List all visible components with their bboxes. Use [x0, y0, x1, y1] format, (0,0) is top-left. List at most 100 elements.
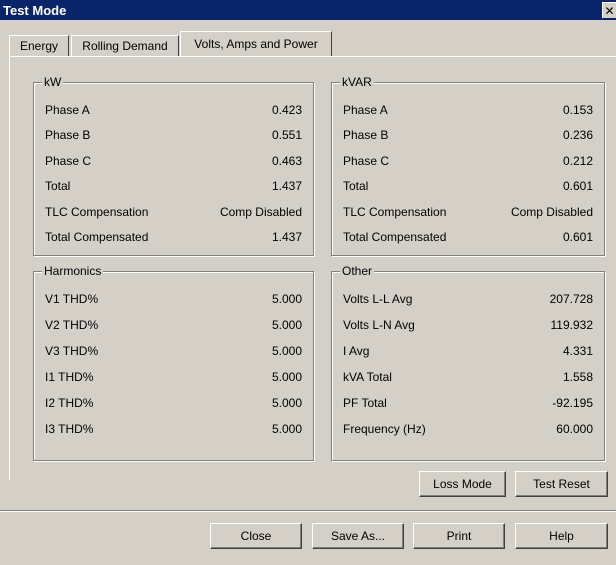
row-value: 5.000: [271, 344, 302, 358]
close-button[interactable]: Close: [210, 523, 302, 549]
kvar-group: kVAR Phase A 0.153 Phase B 0.236 Phase C 0.…: [331, 75, 605, 256]
print-label: Print: [446, 529, 472, 543]
harmonics-row-i3: I3 THD% 5.000: [45, 421, 302, 437]
row-label: I Avg: [343, 344, 370, 358]
kvar-row-phase-c: Phase C 0.212: [343, 153, 593, 169]
row-value: 119.932: [550, 318, 594, 332]
row-value: 4.331: [562, 344, 593, 358]
kvar-row-phase-a: Phase A 0.153: [343, 102, 593, 118]
kw-group: kW Phase A 0.423 Phase B 0.551 Phase C 0.46…: [33, 75, 314, 256]
tab-energy[interactable]: Energy: [9, 35, 69, 56]
kw-row-phase-c: Phase C 0.463: [45, 153, 302, 169]
kw-row-total-compensated: Total Compensated 1.437: [45, 229, 302, 245]
row-label: V2 THD%: [45, 318, 99, 332]
row-value: 60.000: [556, 422, 593, 436]
print-button[interactable]: Print: [413, 523, 505, 549]
row-value: 0.601: [562, 179, 593, 193]
row-label: I1 THD%: [45, 370, 94, 384]
test-reset-label: Test Reset: [533, 477, 590, 491]
row-label: Phase C: [45, 154, 92, 168]
other-row-pf-total: PF Total -92.195: [343, 395, 593, 411]
row-value: 0.153: [562, 103, 593, 117]
other-row-kva-total: kVA Total 1.558: [343, 369, 593, 385]
row-label: I3 THD%: [45, 422, 94, 436]
kvar-row-total-compensated: Total Compensated 0.601: [343, 229, 593, 245]
help-button[interactable]: Help: [515, 523, 608, 549]
loss-mode-label: Loss Mode: [433, 477, 492, 491]
kw-group-title: kW: [42, 75, 64, 89]
kw-row-phase-a: Phase A 0.423: [45, 102, 302, 118]
row-label: Phase B: [45, 128, 91, 142]
row-value: 0.423: [271, 103, 302, 117]
kvar-row-tlc-compensation: TLC Compensation Comp Disabled: [343, 204, 593, 220]
row-label: Volts L-L Avg: [343, 292, 413, 306]
tab-volts-amps-power[interactable]: Volts, Amps and Power: [180, 31, 332, 56]
kvar-group-title: kVAR: [340, 75, 374, 89]
row-label: Phase B: [343, 128, 389, 142]
test-reset-button[interactable]: Test Reset: [515, 471, 608, 497]
row-value: 5.000: [271, 292, 302, 306]
title-bar: Test Mode ✕: [0, 0, 616, 20]
other-row-volts-ll-avg: Volts L-L Avg 207.728: [343, 291, 593, 307]
help-label: Help: [549, 529, 574, 543]
row-value: 0.236: [562, 128, 593, 142]
footer-separator: [0, 510, 616, 512]
row-label: Total: [45, 179, 71, 193]
other-row-i-avg: I Avg 4.331: [343, 343, 593, 359]
harmonics-row-v2: V2 THD% 5.000: [45, 317, 302, 333]
row-value: 5.000: [271, 318, 302, 332]
row-label: Total: [343, 179, 369, 193]
kvar-row-total: Total 0.601: [343, 178, 593, 194]
row-label: Frequency (Hz): [343, 422, 426, 436]
harmonics-row-i2: I2 THD% 5.000: [45, 395, 302, 411]
row-label: Phase A: [45, 103, 90, 117]
other-group: Other Volts L-L Avg 207.728 Volts L-N Avg…: [331, 264, 605, 461]
loss-mode-button[interactable]: Loss Mode: [419, 471, 506, 497]
window-title: Test Mode: [3, 2, 67, 18]
tab-rolling-demand[interactable]: Rolling Demand: [71, 35, 179, 56]
row-value: 0.601: [562, 230, 593, 244]
row-label: kVA Total: [343, 370, 392, 384]
row-value: 0.551: [271, 128, 302, 142]
row-label: Phase C: [343, 154, 390, 168]
row-label: Total Compensated: [45, 230, 149, 244]
row-value: -92.195: [552, 396, 593, 410]
kw-row-tlc-compensation: TLC Compensation Comp Disabled: [45, 204, 302, 220]
harmonics-row-v3: V3 THD% 5.000: [45, 343, 302, 359]
other-row-volts-ln-avg: Volts L-N Avg 119.932: [343, 317, 593, 333]
row-label: PF Total: [343, 396, 387, 410]
tab-rolling-demand-label: Rolling Demand: [82, 39, 168, 53]
close-icon: ✕: [604, 3, 615, 18]
harmonics-group-title: Harmonics: [42, 264, 104, 278]
harmonics-group: Harmonics V1 THD% 5.000 V2 THD% 5.000 V3 T…: [33, 264, 314, 461]
row-value: Comp Disabled: [510, 205, 593, 219]
row-label: V3 THD%: [45, 344, 99, 358]
row-value: 5.000: [271, 396, 302, 410]
row-label: Volts L-N Avg: [343, 318, 415, 332]
harmonics-row-i1: I1 THD% 5.000: [45, 369, 302, 385]
window-close-button[interactable]: ✕: [602, 2, 616, 18]
kw-row-phase-b: Phase B 0.551: [45, 127, 302, 143]
row-value: 0.212: [562, 154, 593, 168]
close-label: Close: [240, 529, 272, 543]
row-value: Comp Disabled: [219, 205, 302, 219]
row-label: I2 THD%: [45, 396, 94, 410]
row-value: 0.463: [271, 154, 302, 168]
row-label: V1 THD%: [45, 292, 99, 306]
save-as-label: Save As...: [330, 529, 386, 543]
row-value: 1.437: [271, 230, 302, 244]
test-mode-window: Test Mode ✕ Energy Rolling Demand Volts,…: [0, 0, 616, 565]
row-value: 1.437: [271, 179, 302, 193]
row-label: TLC Compensation: [45, 205, 149, 219]
tab-energy-label: Energy: [19, 39, 59, 53]
other-group-title: Other: [340, 264, 375, 278]
save-as-button[interactable]: Save As...: [312, 523, 404, 549]
kw-row-total: Total 1.437: [45, 178, 302, 194]
row-label: TLC Compensation: [343, 205, 447, 219]
harmonics-row-v1: V1 THD% 5.000: [45, 291, 302, 307]
tab-volts-amps-power-label: Volts, Amps and Power: [194, 37, 318, 51]
row-value: 1.558: [562, 370, 593, 384]
row-value: 5.000: [271, 370, 302, 384]
other-row-frequency: Frequency (Hz) 60.000: [343, 421, 593, 437]
row-label: Phase A: [343, 103, 388, 117]
